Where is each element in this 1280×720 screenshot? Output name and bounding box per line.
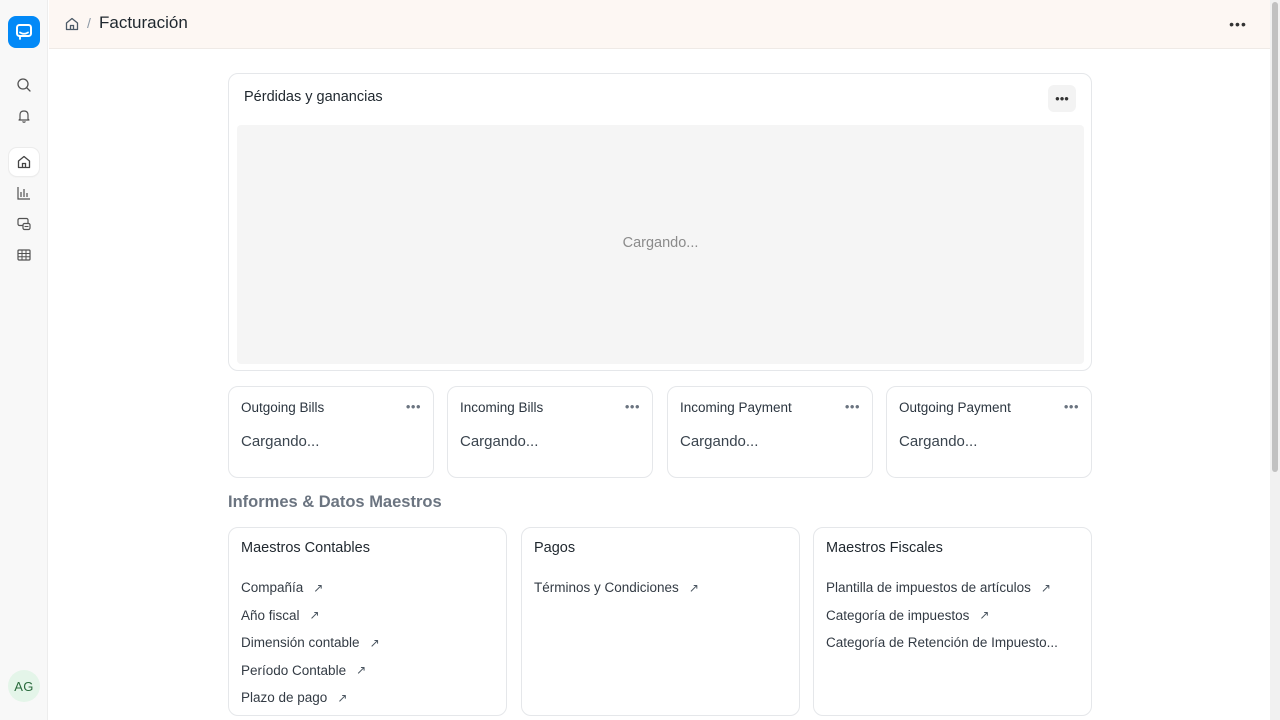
top-bar: / Facturación ••• <box>49 0 1270 49</box>
bar-chart-icon <box>17 187 30 200</box>
app-logo[interactable] <box>8 16 40 48</box>
sidebar-item-tables[interactable] <box>9 241 39 269</box>
number-card-menu-icon[interactable]: ••• <box>1064 399 1079 414</box>
link-label: Plazo de pago <box>241 690 328 706</box>
number-card-menu-icon[interactable]: ••• <box>845 399 860 414</box>
number-card-menu-icon[interactable]: ••• <box>406 399 421 414</box>
notifications-button[interactable] <box>9 102 39 130</box>
app-logo-icon <box>16 24 32 40</box>
arrow-up-right-icon: ↗ <box>313 580 324 595</box>
link-label: Categoría de impuestos <box>826 607 970 623</box>
search-icon <box>17 78 31 92</box>
link-card-tax-masters: Maestros Fiscales Plantilla de impuestos… <box>813 527 1092 716</box>
link-card-title: Pagos <box>534 540 576 556</box>
number-card-value: Cargando... <box>899 433 978 450</box>
chart-loading-text: Cargando... <box>622 235 699 251</box>
chart-placeholder: Cargando... <box>237 125 1084 364</box>
link-list: Plantilla de impuestos de artículos ↗ Cat… <box>826 574 1079 657</box>
more-icon: ••• <box>1229 16 1247 32</box>
sidebar-item-reports[interactable] <box>9 179 39 207</box>
chart-title: Pérdidas y ganancias <box>244 89 383 105</box>
sidebar-item-home[interactable] <box>9 148 39 176</box>
link-item[interactable]: Año fiscal ↗ <box>241 602 494 630</box>
number-card-menu-icon[interactable]: ••• <box>625 399 640 414</box>
link-list: Compañía ↗ Año fiscal ↗ Dimensión contable… <box>241 574 494 712</box>
scrollbar-thumb[interactable] <box>1272 2 1278 472</box>
link-label: Plantilla de impuestos de artículos <box>826 580 1031 596</box>
number-card-incoming-bills[interactable]: Incoming Bills ••• Cargando... <box>447 386 653 478</box>
link-label: Categoría de Retención de Impuesto... <box>826 635 1058 651</box>
link-card-title: Maestros Contables <box>241 540 370 556</box>
number-card-value: Cargando... <box>241 433 320 450</box>
link-item[interactable]: Período Contable ↗ <box>241 657 494 685</box>
link-list: Términos y Condiciones ↗ <box>534 574 787 602</box>
arrow-up-right-icon: ↗ <box>688 580 699 595</box>
more-icon: ••• <box>1055 91 1069 106</box>
table-icon <box>17 249 31 261</box>
chart-menu-button[interactable]: ••• <box>1048 85 1076 112</box>
link-card-payments: Pagos Términos y Condiciones ↗ <box>521 527 800 716</box>
link-label: Términos y Condiciones <box>534 580 679 596</box>
home-icon <box>17 155 31 169</box>
number-card-outgoing-payment[interactable]: Outgoing Payment ••• Cargando... <box>886 386 1092 478</box>
link-item[interactable]: Plantilla de impuestos de artículos ↗ <box>826 574 1079 602</box>
bell-icon <box>18 110 30 123</box>
number-card-value: Cargando... <box>460 433 539 450</box>
arrow-up-right-icon: ↗ <box>979 608 990 623</box>
breadcrumb-home[interactable] <box>64 16 82 34</box>
breadcrumb-separator: / <box>87 15 91 31</box>
arrow-up-right-icon: ↗ <box>356 663 367 678</box>
link-label: Dimensión contable <box>241 635 360 651</box>
link-card-title: Maestros Fiscales <box>826 540 943 556</box>
number-card-outgoing-bills[interactable]: Outgoing Bills ••• Cargando... <box>228 386 434 478</box>
user-avatar[interactable]: AG <box>8 670 40 702</box>
search-button[interactable] <box>9 71 39 99</box>
number-card-incoming-payment[interactable]: Incoming Payment ••• Cargando... <box>667 386 873 478</box>
arrow-up-right-icon: ↗ <box>309 608 320 623</box>
sidebar: AG <box>0 0 48 720</box>
number-card-title: Outgoing Bills <box>241 400 325 415</box>
number-card-title: Incoming Bills <box>460 400 544 415</box>
number-card-title: Outgoing Payment <box>899 400 1011 415</box>
profit-loss-chart-card: Pérdidas y ganancias ••• Cargando... <box>228 73 1092 371</box>
link-label: Período Contable <box>241 662 347 678</box>
home-icon <box>65 17 79 31</box>
sidebar-item-accounts[interactable] <box>9 210 39 238</box>
section-title: Informes & Datos Maestros <box>228 493 442 511</box>
link-label: Año fiscal <box>241 607 300 623</box>
link-item[interactable]: Categoría de Retención de Impuesto... <box>826 629 1079 657</box>
link-item[interactable]: Plazo de pago ↗ <box>241 684 494 712</box>
arrow-up-right-icon: ↗ <box>337 690 348 705</box>
link-item[interactable]: Categoría de impuestos ↗ <box>826 602 1079 630</box>
number-card-value: Cargando... <box>680 433 759 450</box>
link-item[interactable]: Términos y Condiciones ↗ <box>534 574 787 602</box>
link-card-accounting-masters: Maestros Contables Compañía ↗ Año fiscal ↗… <box>228 527 507 716</box>
page-menu-button[interactable]: ••• <box>1225 12 1251 36</box>
arrow-up-right-icon: ↗ <box>1040 580 1051 595</box>
link-item[interactable]: Compañía ↗ <box>241 574 494 602</box>
stack-icon <box>17 217 31 231</box>
link-label: Compañía <box>241 580 304 596</box>
link-item[interactable]: Dimensión contable ↗ <box>241 629 494 657</box>
page-title[interactable]: Facturación <box>99 13 188 33</box>
arrow-up-right-icon: ↗ <box>369 635 380 650</box>
number-card-title: Incoming Payment <box>680 400 792 415</box>
